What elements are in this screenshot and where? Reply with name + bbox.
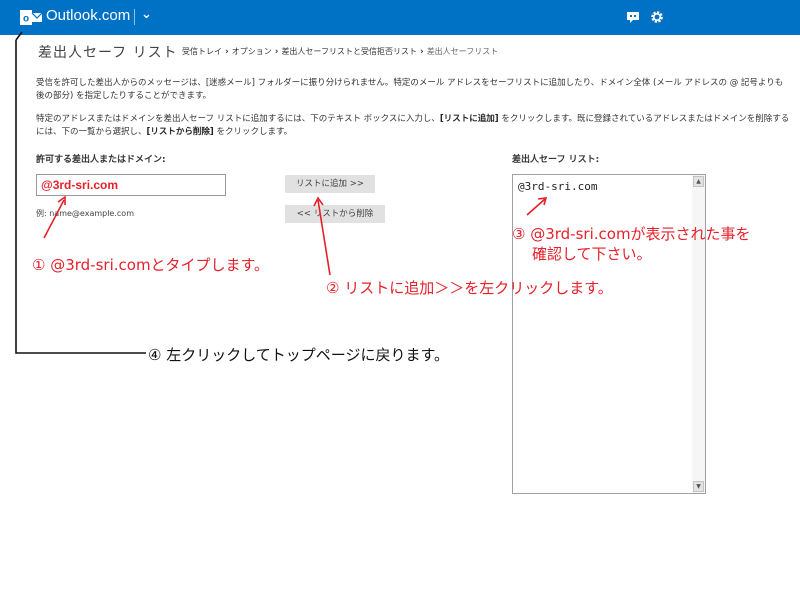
page-title: 差出人セーフ リスト bbox=[38, 45, 178, 61]
description-text: をクリックします。 bbox=[213, 127, 293, 137]
description-paragraph-2: 特定のアドレスまたはドメインを差出人セーフ リストに追加するには、下のテキスト … bbox=[36, 113, 791, 139]
chevron-down-icon[interactable]: ⌄ bbox=[141, 7, 152, 22]
example-hint: 例: name@example.com bbox=[36, 209, 134, 218]
add-to-list-button[interactable]: リストに追加 >> bbox=[285, 175, 375, 193]
breadcrumb-options[interactable]: オプション bbox=[232, 46, 272, 57]
breadcrumb-separator: › bbox=[419, 46, 424, 57]
description-add-ref: [リストに追加] bbox=[439, 114, 499, 124]
scroll-up-arrow-icon[interactable]: ▲ bbox=[693, 176, 704, 187]
annotation-step-4: ④ 左クリックしてトップページに戻ります。 bbox=[148, 346, 449, 364]
scroll-down-arrow-icon[interactable]: ▼ bbox=[693, 481, 704, 492]
sender-domain-input[interactable]: @3rd-sri.com bbox=[36, 174, 226, 196]
svg-text:o: o bbox=[23, 14, 29, 25]
description-text: 特定のアドレスまたはドメインを差出人セーフ リストに追加するには、下のテキスト … bbox=[36, 114, 440, 124]
annotation-step-3-line-1: ③ @3rd-sri.comが表示された事を bbox=[512, 225, 751, 243]
remove-from-list-button[interactable]: << リストから削除 bbox=[285, 205, 385, 223]
breadcrumb-separator: › bbox=[274, 46, 279, 57]
breadcrumb-separator: › bbox=[225, 46, 229, 57]
app-name[interactable]: Outlook.com bbox=[46, 7, 130, 24]
top-bar: o Outlook.com ⌄ bbox=[0, 0, 800, 35]
annotation-step-3: ③ @3rd-sri.comが表示された事を確認して下さい。 bbox=[512, 224, 751, 264]
outlook-logo-icon[interactable]: o bbox=[20, 9, 42, 26]
allow-sender-label: 許可する差出人またはドメイン: bbox=[36, 155, 166, 165]
list-item[interactable]: @3rd-sri.com bbox=[518, 180, 597, 193]
chat-icon[interactable] bbox=[625, 9, 641, 25]
annotation-step-3-line-2: 確認して下さい。 bbox=[532, 245, 652, 263]
description-paragraph-1: 受信を許可した差出人からのメッセージは、[迷惑メール] フォルダーに振り分けられ… bbox=[36, 78, 784, 101]
brand-divider bbox=[134, 9, 135, 25]
breadcrumb-inbox[interactable]: 受信トレイ bbox=[182, 46, 222, 57]
list-scrollbar[interactable]: ▲ ▼ bbox=[692, 175, 705, 493]
breadcrumb-safe-blocked[interactable]: 差出人セーフリストと受信拒否リスト bbox=[281, 46, 417, 57]
safe-senders-list[interactable]: @3rd-sri.com ▲ ▼ bbox=[512, 174, 706, 494]
arrow-step-1 bbox=[43, 199, 65, 239]
description-remove-ref: [リストから削除] bbox=[146, 127, 214, 137]
annotation-step-1: ① @3rd-sri.comとタイプします。 bbox=[32, 256, 270, 274]
gear-icon[interactable] bbox=[649, 9, 665, 25]
safe-list-label: 差出人セーフ リスト: bbox=[512, 155, 600, 165]
annotation-step-2: ② リストに追加＞＞を左クリックします。 bbox=[326, 279, 613, 297]
breadcrumb-current: 差出人セーフリスト bbox=[426, 47, 499, 56]
breadcrumb: 受信トレイ › オプション › 差出人セーフリストと受信拒否リスト › 差出人セ… bbox=[182, 46, 498, 57]
arrow-step-1-head bbox=[57, 195, 66, 205]
